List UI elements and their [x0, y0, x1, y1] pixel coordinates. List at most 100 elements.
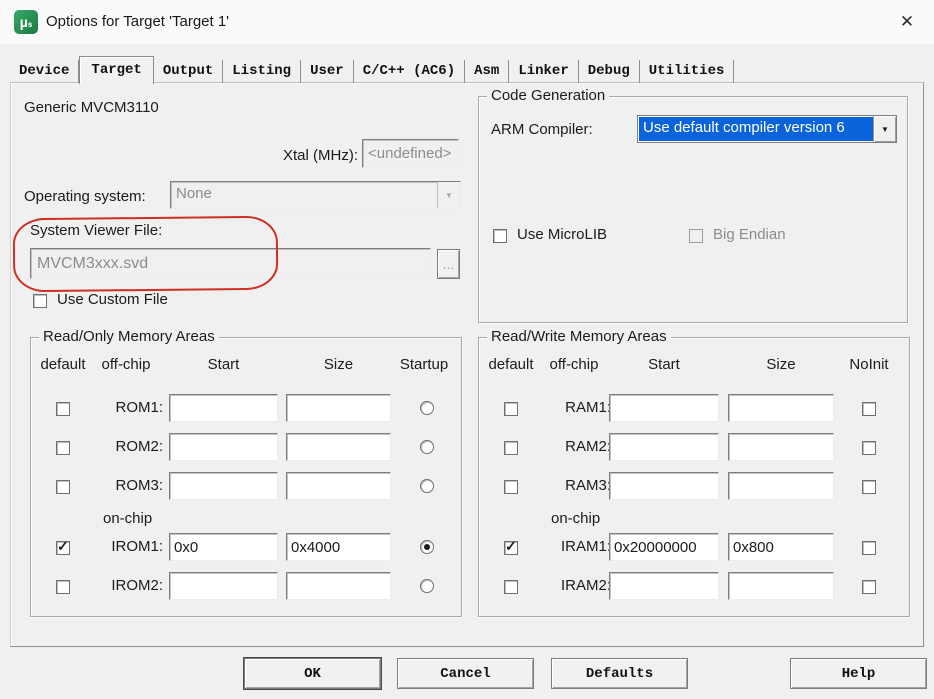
ok-button[interactable]: OK	[244, 658, 381, 689]
irom1-start-input[interactable]	[169, 533, 278, 561]
ram3-noinit-checkbox[interactable]: ✓	[862, 480, 876, 494]
browse-svd-button: ...	[437, 249, 460, 279]
rom3-label: ROM3:	[87, 477, 163, 494]
tab-ccpp-ac6[interactable]: C/C++ (AC6)	[354, 60, 465, 83]
irom2-startup-radio[interactable]	[420, 579, 434, 593]
operating-system-value: None	[172, 183, 437, 207]
irom1-size-input[interactable]	[286, 533, 391, 561]
ram3-row: ✓ RAM3: ✓	[479, 472, 909, 500]
iram1-noinit-checkbox[interactable]: ✓	[862, 541, 876, 555]
irom2-start-input[interactable]	[169, 572, 278, 600]
xtal-label: Xtal (MHz):	[272, 147, 358, 164]
column-header: Size	[286, 356, 391, 373]
irom1-default-checkbox[interactable]: ✓	[56, 541, 70, 555]
irom2-default-checkbox[interactable]: ✓	[56, 580, 70, 594]
tab-target[interactable]: Target	[79, 56, 153, 84]
close-icon[interactable]: ✕	[892, 7, 922, 37]
rom2-default-checkbox[interactable]: ✓	[56, 441, 70, 455]
use-microlib-checkbox[interactable]: ✓	[493, 229, 507, 243]
defaults-button[interactable]: Defaults	[551, 658, 688, 689]
ram1-size-input[interactable]	[728, 394, 834, 422]
rom1-default-checkbox[interactable]: ✓	[56, 402, 70, 416]
iram2-default-checkbox[interactable]: ✓	[504, 580, 518, 594]
tab-device[interactable]: Device	[10, 60, 79, 83]
rom3-startup-radio[interactable]	[420, 479, 434, 493]
chevron-down-icon[interactable]: ▼	[873, 116, 896, 142]
iram2-start-input[interactable]	[609, 572, 719, 600]
check-icon: ✓	[57, 538, 69, 555]
column-header: default	[485, 356, 537, 373]
tab-strip: Device Target Output Listing User C/C++ …	[10, 55, 734, 83]
rom2-label: ROM2:	[87, 438, 163, 455]
ram1-noinit-checkbox[interactable]: ✓	[862, 402, 876, 416]
tab-asm[interactable]: Asm	[465, 60, 509, 83]
rom1-start-input[interactable]	[169, 394, 278, 422]
check-icon: ✓	[505, 538, 517, 555]
tab-listing[interactable]: Listing	[223, 60, 301, 83]
rom3-default-checkbox[interactable]: ✓	[56, 480, 70, 494]
ram2-noinit-checkbox[interactable]: ✓	[862, 441, 876, 455]
arm-compiler-value: Use default compiler version 6	[639, 117, 873, 141]
rom2-row: ✓ ROM2:	[31, 433, 461, 461]
system-viewer-file-label: System Viewer File:	[30, 222, 162, 239]
column-header: Startup	[389, 356, 459, 373]
irom2-row: ✓ IROM2:	[31, 572, 461, 600]
rom2-size-input[interactable]	[286, 433, 391, 461]
irom2-size-input[interactable]	[286, 572, 391, 600]
rom3-row: ✓ ROM3:	[31, 472, 461, 500]
uvision-logo-icon: µs	[14, 10, 38, 34]
ram1-row: ✓ RAM1: ✓	[479, 394, 909, 422]
use-custom-file-label: Use Custom File	[57, 291, 168, 308]
column-header: Start	[169, 356, 278, 373]
ram2-row: ✓ RAM2: ✓	[479, 433, 909, 461]
read-write-memory-group: Read/Write Memory Areas default off-chip…	[478, 337, 910, 617]
big-endian-label: Big Endian	[713, 226, 786, 243]
irom1-label: IROM1:	[87, 538, 163, 555]
use-custom-file-checkbox[interactable]: ✓	[33, 294, 47, 308]
ram1-default-checkbox[interactable]: ✓	[504, 402, 518, 416]
iram2-size-input[interactable]	[728, 572, 834, 600]
read-write-memory-title: Read/Write Memory Areas	[487, 328, 671, 345]
tab-output[interactable]: Output	[154, 60, 223, 83]
device-name-label: Generic MVCM3110	[24, 99, 159, 116]
iram1-default-checkbox[interactable]: ✓	[504, 541, 518, 555]
rom1-startup-radio[interactable]	[420, 401, 434, 415]
column-header: Size	[728, 356, 834, 373]
arm-compiler-label: ARM Compiler:	[491, 121, 593, 138]
rom1-label: ROM1:	[87, 399, 163, 416]
help-button[interactable]: Help	[790, 658, 927, 689]
cancel-button[interactable]: Cancel	[397, 658, 534, 689]
rom3-size-input[interactable]	[286, 472, 391, 500]
tab-utilities[interactable]: Utilities	[640, 60, 735, 83]
tab-user[interactable]: User	[301, 60, 354, 83]
ram2-start-input[interactable]	[609, 433, 719, 461]
read-only-memory-title: Read/Only Memory Areas	[39, 328, 219, 345]
ram2-default-checkbox[interactable]: ✓	[504, 441, 518, 455]
rom2-startup-radio[interactable]	[420, 440, 434, 454]
irom1-row: ✓ IROM1:	[31, 533, 461, 561]
ram-on-chip-label: on-chip	[551, 510, 600, 527]
rom2-start-input[interactable]	[169, 433, 278, 461]
irom1-startup-radio[interactable]	[420, 540, 434, 554]
ram2-size-input[interactable]	[728, 433, 834, 461]
rom1-size-input[interactable]	[286, 394, 391, 422]
ram3-start-input[interactable]	[609, 472, 719, 500]
tab-linker[interactable]: Linker	[509, 60, 578, 83]
iram1-size-input[interactable]	[728, 533, 834, 561]
title-bar: µs Options for Target 'Target 1' ✕	[0, 0, 934, 44]
chevron-down-icon: ▼	[437, 182, 460, 208]
iram2-row: ✓ IRAM2: ✓	[479, 572, 909, 600]
ram3-label: RAM3:	[535, 477, 611, 494]
iram2-label: IRAM2:	[535, 577, 611, 594]
iram2-noinit-checkbox[interactable]: ✓	[862, 580, 876, 594]
code-generation-title: Code Generation	[487, 87, 609, 104]
column-header: off-chip	[91, 356, 161, 373]
tab-debug[interactable]: Debug	[579, 60, 640, 83]
arm-compiler-select[interactable]: Use default compiler version 6 ▼	[637, 115, 897, 143]
ram3-size-input[interactable]	[728, 472, 834, 500]
rom3-start-input[interactable]	[169, 472, 278, 500]
iram1-start-input[interactable]	[609, 533, 719, 561]
ram3-default-checkbox[interactable]: ✓	[504, 480, 518, 494]
system-viewer-file-input: MVCM3xxx.svd	[30, 248, 431, 279]
ram1-start-input[interactable]	[609, 394, 719, 422]
